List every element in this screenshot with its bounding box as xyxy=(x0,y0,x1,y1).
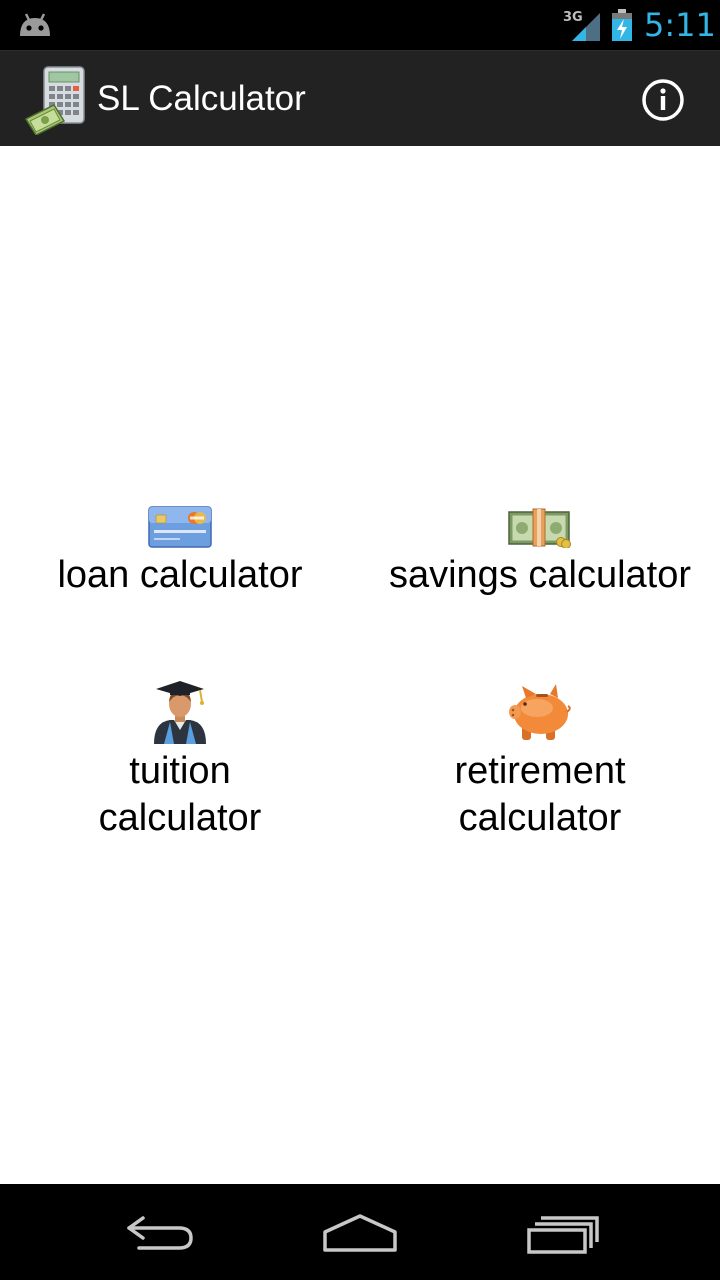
savings-calculator-label: savings calculator xyxy=(388,554,692,596)
action-bar: SL Calculator xyxy=(0,50,720,146)
loan-calculator-button[interactable]: loan calculator xyxy=(0,506,360,599)
info-icon xyxy=(642,79,684,121)
home-icon xyxy=(323,1214,397,1252)
tuition-calculator-button[interactable]: tuition calculator xyxy=(0,680,360,842)
app-title: SL Calculator xyxy=(97,79,306,118)
back-button[interactable] xyxy=(115,1204,205,1260)
network-type-text: 3G xyxy=(563,10,583,25)
credit-card-icon xyxy=(148,506,212,548)
signal-icon: 3G xyxy=(563,10,600,41)
navigation-bar xyxy=(0,1184,720,1280)
app-logo-icon xyxy=(24,66,85,135)
recents-icon xyxy=(527,1216,599,1254)
battery-charging-icon xyxy=(612,9,632,41)
info-button[interactable] xyxy=(634,71,692,129)
back-icon xyxy=(127,1216,193,1250)
graduate-icon xyxy=(154,681,206,744)
tuition-calculator-label: tuition calculator xyxy=(98,750,262,839)
status-clock: 5:11 xyxy=(644,6,716,44)
retirement-calculator-label: retirement calculator xyxy=(454,750,626,839)
home-button[interactable] xyxy=(315,1204,405,1260)
recents-button[interactable] xyxy=(517,1204,607,1260)
loan-calculator-label: loan calculator xyxy=(57,554,303,596)
savings-calculator-button[interactable]: savings calculator xyxy=(360,506,720,599)
screen: 3G 5:11 SL Calculator loan calculator sa… xyxy=(0,0,720,1280)
cash-stack-icon xyxy=(508,508,571,548)
android-notification-icon xyxy=(20,13,50,36)
piggy-bank-icon xyxy=(509,684,571,740)
retirement-calculator-button[interactable]: retirement calculator xyxy=(360,680,720,842)
status-bar: 3G 5:11 xyxy=(0,0,720,50)
